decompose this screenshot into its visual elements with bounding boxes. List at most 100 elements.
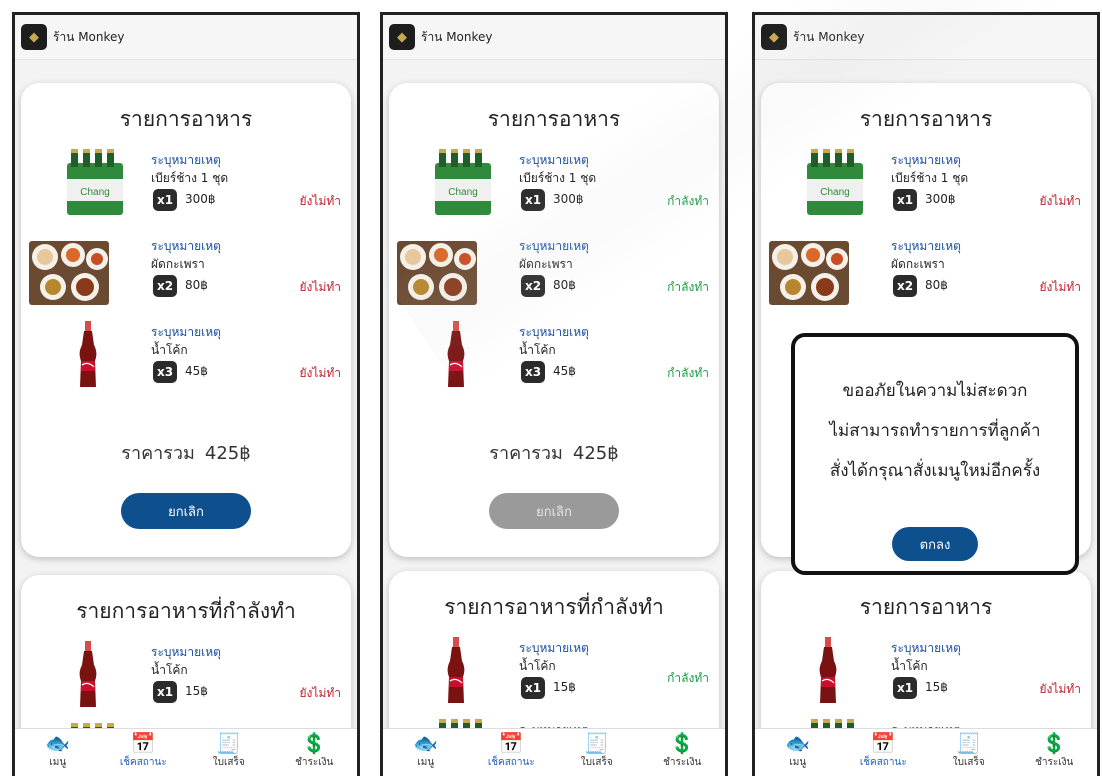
nav-label: ใบเสร็จ (952, 757, 985, 768)
note-link[interactable]: ระบุหมายเหตุ (151, 151, 221, 170)
note-link[interactable]: ระบุหมายเหตุ (891, 237, 961, 256)
card-title: รายการอาหาร (859, 595, 993, 619)
nav-label: เมนู (49, 757, 67, 768)
total-label: ราคารวม (121, 443, 195, 464)
order-item: ระบุหมายเหตุ น้ำโค้ก x1 15฿ ยังไม่ทำ (21, 643, 351, 723)
item-price: 15฿ (185, 684, 208, 698)
nav-label: เมนู (417, 757, 435, 768)
nav-menu[interactable]: 🐟 เมนู (763, 732, 833, 770)
item-name: ผัดกะเพรา (891, 257, 945, 271)
nav-receipt[interactable]: 🧾 ใบเสร็จ (562, 732, 632, 770)
note-link[interactable]: ระบุหมายเหตุ (151, 237, 221, 256)
nav-label: เช็คสถานะ (859, 757, 907, 768)
status-label: กำลังทำ (667, 671, 709, 685)
quantity-badge: x2 (893, 275, 917, 297)
status-label: ยังไม่ทำ (1039, 682, 1081, 696)
bottom-nav: 🐟 เมนู 📅 เช็คสถานะ 🧾 ใบเสร็จ 💲 ชำระเงิน (755, 728, 1097, 776)
note-link[interactable]: ระบุหมายเหตุ (891, 639, 961, 658)
nav-label: เมนู (789, 757, 807, 768)
bottom-nav: 🐟 เมนู 📅 เช็คสถานะ 🧾 ใบเสร็จ 💲 ชำระเงิน (15, 728, 357, 776)
nav-label: ชำระเงิน (663, 757, 702, 768)
fish-icon: 🐟 (413, 731, 439, 755)
item-price: 45฿ (553, 364, 576, 378)
status-label: ยังไม่ทำ (1039, 280, 1081, 294)
card-title: รายการอาหารที่กำลังทำ (444, 595, 664, 619)
nav-label: ชำระเงิน (295, 757, 334, 768)
coke-bottle-image (441, 321, 471, 391)
order-item: ระบุหมายเหตุ ผัดกะเพรา x2 80฿ ยังไม่ทำ (21, 237, 351, 317)
pad-kaprao-image (397, 241, 477, 305)
item-name: เบียร์ช้าง 1 ชุด (151, 171, 229, 185)
quantity-badge: x1 (521, 189, 545, 211)
fish-icon: 🐟 (45, 731, 71, 755)
item-name: เบียร์ช้าง 1 ชุด (891, 171, 969, 185)
item-price: 15฿ (925, 680, 948, 694)
fish-icon: 🐟 (785, 731, 811, 755)
phone-screen-cooking: ◆ ร้าน Monkey รายการอาหาร ระบุหมายเหตุ เ… (380, 12, 728, 776)
note-link[interactable]: ระบุหมายเหตุ (519, 237, 589, 256)
receipt-icon: 🧾 (584, 731, 610, 755)
coke-bottle-image (73, 321, 103, 391)
dialog-message-line-1: ขออภัยในความไม่สะดวก (842, 381, 1028, 401)
item-price: 80฿ (925, 278, 948, 292)
status-label: ยังไม่ทำ (1039, 194, 1081, 208)
chang-beer-image (803, 149, 867, 217)
quantity-badge: x1 (153, 681, 177, 703)
nav-label: ใบเสร็จ (212, 757, 245, 768)
shop-name: ร้าน Monkey (53, 29, 125, 44)
coke-bottle-image (73, 641, 103, 711)
order-item: ระบุหมายเหตุ น้ำโค้ก x1 15฿ ยังไม่ทำ (761, 639, 1091, 719)
order-item: ระบุหมายเหตุ เบียร์ช้าง 1 ชุด x1 300฿ ยั… (21, 151, 351, 231)
nav-payment[interactable]: 💲 ชำระเงิน (647, 732, 717, 770)
nav-payment[interactable]: 💲 ชำระเงิน (1019, 732, 1089, 770)
nav-receipt[interactable]: 🧾 ใบเสร็จ (934, 732, 1004, 770)
item-name: ผัดกะเพรา (151, 257, 205, 271)
note-link[interactable]: ระบุหมายเหตุ (151, 643, 221, 662)
item-price: 80฿ (185, 278, 208, 292)
nav-label: ชำระเงิน (1035, 757, 1074, 768)
note-link[interactable]: ระบุหมายเหตุ (519, 151, 589, 170)
note-link[interactable]: ระบุหมายเหตุ (891, 151, 961, 170)
card-title: รายการอาหารที่กำลังทำ (76, 599, 296, 623)
nav-check-status[interactable]: 📅 เช็คสถานะ (476, 732, 546, 770)
status-label: กำลังทำ (667, 280, 709, 294)
nav-payment[interactable]: 💲 ชำระเงิน (279, 732, 349, 770)
app-header: ◆ ร้าน Monkey (755, 15, 1097, 60)
nav-check-status[interactable]: 📅 เช็คสถานะ (848, 732, 918, 770)
cancel-button[interactable]: ยกเลิก (121, 493, 251, 529)
receipt-icon: 🧾 (216, 731, 242, 755)
item-name: ผัดกะเพรา (519, 257, 573, 271)
quantity-badge: x2 (521, 275, 545, 297)
note-link[interactable]: ระบุหมายเหตุ (519, 639, 589, 658)
nav-label: เช็คสถานะ (119, 757, 167, 768)
error-dialog: ขออภัยในความไม่สะดวก ไม่สามารถทำรายการที… (791, 333, 1079, 575)
note-link[interactable]: ระบุหมายเหตุ (519, 323, 589, 342)
status-label: ยังไม่ทำ (299, 280, 341, 294)
nav-receipt[interactable]: 🧾 ใบเสร็จ (194, 732, 264, 770)
pad-kaprao-image (29, 241, 109, 305)
quantity-badge: x3 (521, 361, 545, 383)
calendar-star-icon: 📅 (870, 731, 896, 755)
item-name: น้ำโค้ก (151, 663, 188, 677)
ok-button[interactable]: ตกลง (892, 527, 978, 561)
shop-name: ร้าน Monkey (793, 29, 865, 44)
nav-check-status[interactable]: 📅 เช็คสถานะ (108, 732, 178, 770)
payment-hand-icon: 💲 (669, 731, 695, 755)
quantity-badge: x1 (893, 677, 917, 699)
receipt-icon: 🧾 (956, 731, 982, 755)
item-price: 300฿ (925, 192, 956, 206)
shop-logo-icon: ◆ (761, 24, 787, 50)
quantity-badge: x1 (521, 677, 545, 699)
order-item: ระบุหมายเหตุ ผัดกะเพรา x2 80฿ กำลังทำ (389, 237, 719, 317)
bottom-nav: 🐟 เมนู 📅 เช็คสถานะ 🧾 ใบเสร็จ 💲 ชำระเงิน (383, 728, 725, 776)
dialog-message-line-2: ไม่สามารถทำรายการที่ลูกค้า (829, 421, 1041, 441)
total-row: ราคารวม 425฿ (21, 438, 351, 467)
total-row: ราคารวม 425฿ (389, 438, 719, 467)
nav-menu[interactable]: 🐟 เมนู (391, 732, 461, 770)
status-label: ยังไม่ทำ (299, 194, 341, 208)
status-label: ยังไม่ทำ (299, 686, 341, 700)
card-title: รายการอาหาร (859, 107, 993, 131)
note-link[interactable]: ระบุหมายเหตุ (151, 323, 221, 342)
item-name: น้ำโค้ก (151, 343, 188, 357)
nav-menu[interactable]: 🐟 เมนู (23, 732, 93, 770)
